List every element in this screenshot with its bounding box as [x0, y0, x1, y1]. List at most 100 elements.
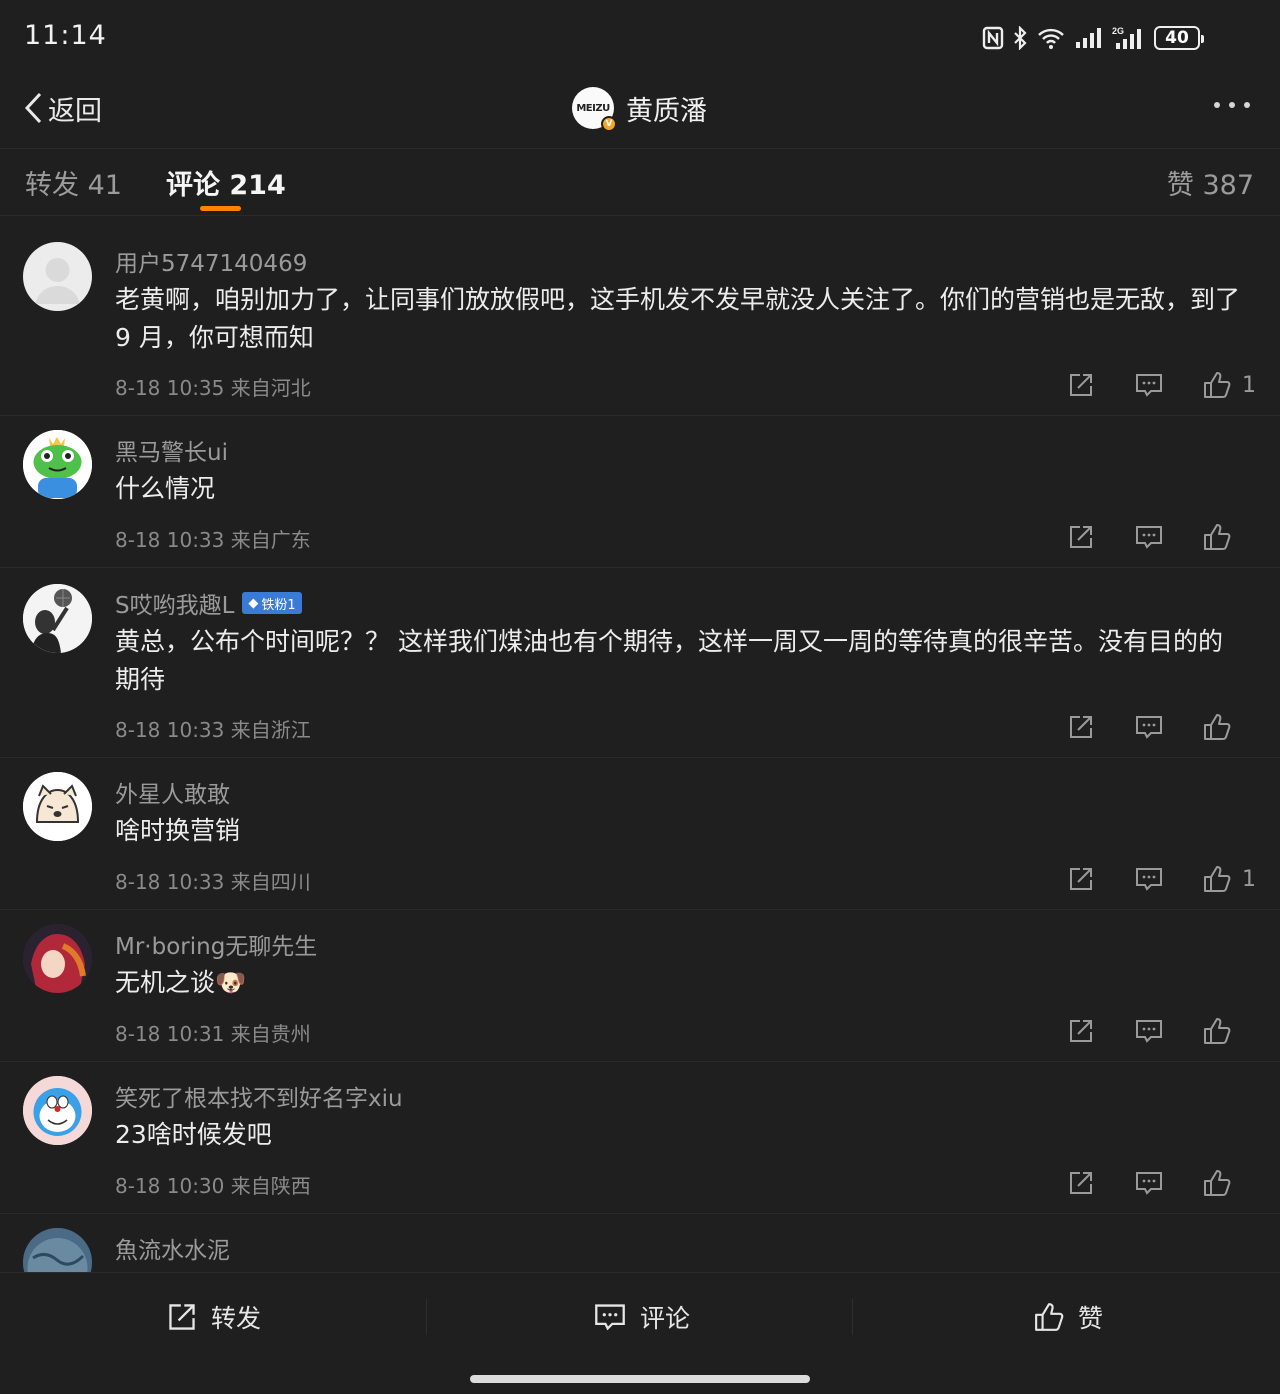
- like-count: 1: [1242, 866, 1256, 892]
- share-button[interactable]: [1064, 1014, 1098, 1048]
- comment-text: 老黄啊，咱别加力了，让同事们放放假吧，这手机发不发早就没人关注了。你们的营销也是…: [115, 285, 1241, 352]
- comment-username[interactable]: S哎哟我趣L: [115, 586, 234, 620]
- fan-badge[interactable]: ◆ 铁粉1: [242, 592, 302, 614]
- comment-item: 黑马警长ui 什么情况 8-18 10:33 来自广东: [0, 416, 1280, 568]
- avatar[interactable]: [23, 1228, 92, 1272]
- network-label: 2G: [1112, 26, 1124, 36]
- share-icon: [1070, 716, 1092, 738]
- thumbs-up-icon: [1204, 524, 1231, 550]
- comment-username[interactable]: 用户5747140469: [115, 244, 307, 278]
- like-button[interactable]: [1200, 368, 1234, 402]
- share-button[interactable]: [1064, 368, 1098, 402]
- back-label: 返回: [48, 95, 102, 127]
- comment-username[interactable]: 魚流水水泥: [115, 1231, 230, 1265]
- avatar[interactable]: [23, 430, 92, 499]
- comment-username[interactable]: 笑死了根本找不到好名字xiu: [115, 1079, 403, 1113]
- bottom-action-bar: 转发 评论 赞: [0, 1272, 1280, 1394]
- more-button[interactable]: [1214, 102, 1250, 108]
- landscape-avatar-icon: [23, 1228, 92, 1272]
- comment-username-row: S哎哟我趣L ◆ 铁粉1: [115, 586, 302, 620]
- comment-meta: 8-18 10:35 来自河北: [115, 376, 311, 400]
- comment-username[interactable]: 黑马警长ui: [115, 433, 228, 467]
- comment-meta: 8-18 10:33 来自四川: [115, 870, 311, 894]
- dot: [1244, 102, 1250, 108]
- share-button[interactable]: [1064, 862, 1098, 896]
- comment-actions: [1030, 1166, 1254, 1200]
- active-tab-indicator: [200, 206, 241, 211]
- share-button[interactable]: [1064, 710, 1098, 744]
- verified-badge: V: [601, 116, 617, 132]
- divider: [426, 1299, 427, 1335]
- avatar[interactable]: [23, 242, 92, 311]
- comment-username[interactable]: 外星人敢敢: [115, 775, 230, 809]
- status-time: 11:14: [24, 20, 107, 51]
- comment-icon: [1136, 526, 1162, 549]
- comment-username[interactable]: Mr·boring无聊先生: [115, 927, 317, 961]
- author-header[interactable]: MEIZU V 黄质潘: [572, 86, 707, 132]
- comment-meta: 8-18 10:33 来自浙江: [115, 718, 311, 742]
- thumbs-up-icon: [1035, 1303, 1064, 1331]
- nav-bar: 返回 MEIZU V 黄质潘: [0, 72, 1280, 148]
- page-title: 黄质潘: [626, 95, 707, 127]
- wifi-icon: [1038, 28, 1064, 49]
- like-count: 1: [1242, 372, 1256, 398]
- thumbs-up-icon: [1204, 714, 1231, 740]
- avatar[interactable]: [23, 772, 92, 841]
- thumbs-up-icon: [1204, 866, 1231, 892]
- reply-button[interactable]: [1132, 862, 1166, 896]
- avatar[interactable]: [23, 924, 92, 993]
- share-button[interactable]: [1064, 520, 1098, 554]
- like-button[interactable]: [1200, 710, 1234, 744]
- repost-button[interactable]: 转发: [167, 1297, 261, 1337]
- reply-button[interactable]: [1132, 520, 1166, 554]
- thumbs-up-icon: [1204, 1018, 1231, 1044]
- tab-comments[interactable]: 评论 214: [166, 163, 286, 202]
- fan-badge-label: 铁粉1: [261, 597, 296, 613]
- comment-label: 评论: [640, 1304, 691, 1333]
- signal-icon: [1076, 28, 1101, 48]
- avatar[interactable]: [23, 1076, 92, 1145]
- tab-likes[interactable]: 赞 387: [1167, 163, 1254, 202]
- divider: [852, 1299, 853, 1335]
- comment-meta: 8-18 10:33 来自广东: [115, 528, 311, 552]
- reply-button[interactable]: [1132, 1166, 1166, 1200]
- comment-item: Mr·boring无聊先生 无机之谈🐶 8-18 10:31 来自贵州: [0, 910, 1280, 1062]
- nfc-icon: [982, 26, 1004, 50]
- comment-item: S哎哟我趣L ◆ 铁粉1 黄总，公布个时间呢？？ 这样我们煤油也有个期待，这样一周…: [0, 568, 1280, 758]
- author-avatar[interactable]: MEIZU V: [572, 87, 617, 132]
- like-button[interactable]: [1200, 1014, 1234, 1048]
- comment-list[interactable]: 用户5747140469 老黄啊，咱别加力了，让同事们放放假吧，这手机发不发早就…: [0, 226, 1280, 1272]
- back-button[interactable]: 返回: [22, 86, 102, 130]
- comment-actions: 1: [1030, 862, 1256, 896]
- dog-avatar-icon: [23, 772, 92, 841]
- comment-text: 23啥时候发吧: [115, 1120, 272, 1149]
- reply-button[interactable]: [1132, 368, 1166, 402]
- status-icons: 2G 40: [982, 24, 1204, 52]
- comment-icon: [1136, 868, 1162, 891]
- comment-actions: [1030, 1014, 1254, 1048]
- tab-reposts[interactable]: 转发 41: [25, 163, 122, 202]
- reply-button[interactable]: [1132, 1014, 1166, 1048]
- like-button[interactable]: [1200, 520, 1234, 554]
- comment-icon: [1136, 374, 1162, 397]
- like-post-button[interactable]: 赞: [1034, 1297, 1103, 1337]
- share-icon: [1070, 1020, 1092, 1042]
- share-icon: [169, 1304, 195, 1330]
- like-button[interactable]: [1200, 862, 1234, 896]
- share-button[interactable]: [1064, 1166, 1098, 1200]
- signal-2g-icon: 2G: [1112, 26, 1141, 49]
- doraemon-avatar-icon: [23, 1076, 92, 1145]
- comment-text: 无机之谈🐶: [115, 968, 247, 997]
- comment-button[interactable]: 评论: [594, 1297, 690, 1337]
- comment-item: 笑死了根本找不到好名字xiu 23啥时候发吧 8-18 10:30 来自陕西: [0, 1062, 1280, 1214]
- reply-button[interactable]: [1132, 710, 1166, 744]
- comment-meta: 8-18 10:30 来自陕西: [115, 1174, 311, 1198]
- home-indicator[interactable]: [470, 1375, 810, 1383]
- share-icon: [1070, 374, 1092, 396]
- comment-actions: [1030, 520, 1254, 554]
- avatar[interactable]: [23, 584, 92, 653]
- comment-icon: [1136, 716, 1162, 739]
- like-button[interactable]: [1200, 1166, 1234, 1200]
- frog-avatar-icon: [23, 430, 92, 499]
- share-icon: [1070, 868, 1092, 890]
